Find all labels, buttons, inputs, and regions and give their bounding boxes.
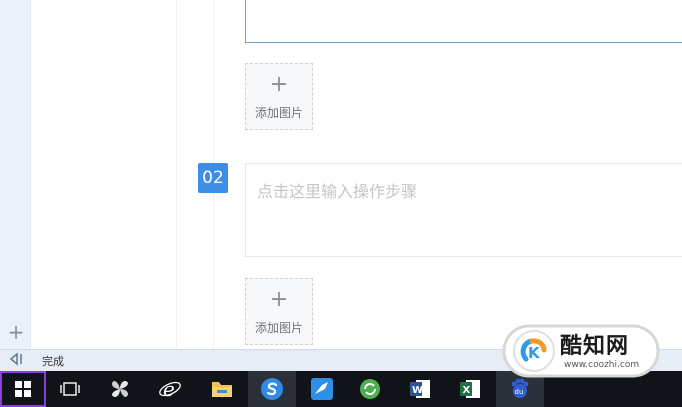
collapse-panel-icon[interactable]	[8, 352, 26, 368]
add-image-label: 添加图片	[254, 321, 303, 335]
start-button[interactable]	[0, 371, 46, 407]
watermark-name: 酷知网	[560, 334, 630, 359]
add-image-label: 添加图片	[254, 106, 303, 120]
taskbar-app-refresh[interactable]	[346, 371, 394, 407]
watermark: K 酷知网 www.coozhi.com	[502, 322, 672, 382]
taskbar-app-word[interactable]: W	[396, 371, 444, 407]
step-2-text-editor[interactable]: 点击这里输入操作步骤	[245, 163, 682, 257]
task-view-button[interactable]	[46, 371, 94, 407]
taskbar-app-explorer[interactable]	[198, 371, 246, 407]
pinwheel-app-icon	[112, 381, 128, 397]
excel-icon: X	[460, 380, 480, 398]
task-view-icon	[60, 382, 80, 396]
step-placeholder: 点击这里输入操作步骤	[257, 182, 418, 201]
windows-icon	[15, 381, 31, 397]
add-step-icon[interactable]: +	[6, 322, 26, 342]
taskbar-app-excel[interactable]: X	[446, 371, 494, 407]
svg-text:X: X	[463, 385, 471, 396]
svg-text:K: K	[528, 344, 541, 362]
ie-icon: e	[159, 377, 181, 401]
file-explorer-icon	[212, 382, 232, 397]
word-icon: W	[410, 380, 430, 398]
guide-line	[176, 0, 177, 349]
taskbar-app-feather[interactable]	[298, 371, 346, 407]
taskbar-app-pinwheel[interactable]	[96, 371, 144, 407]
step-1-text-editor[interactable]	[245, 0, 682, 43]
step-number-badge: 02	[198, 163, 228, 193]
feather-app-icon	[311, 378, 333, 400]
taskbar-app-ie[interactable]: e	[146, 371, 194, 407]
svg-text:du: du	[515, 388, 524, 396]
left-gutter: +	[0, 0, 31, 349]
refresh-app-icon	[360, 379, 380, 399]
status-text: 完成	[42, 355, 64, 368]
sogou-browser-icon	[261, 378, 283, 400]
add-image-button[interactable]: + 添加图片	[245, 278, 313, 345]
plus-icon: +	[269, 287, 289, 312]
taskbar-app-sogou[interactable]	[248, 371, 296, 407]
svg-text:W: W	[412, 385, 423, 396]
plus-icon: +	[269, 72, 289, 97]
svg-text:e: e	[163, 377, 175, 401]
watermark-url: www.coozhi.com	[564, 360, 640, 370]
add-image-button[interactable]: + 添加图片	[245, 63, 313, 130]
